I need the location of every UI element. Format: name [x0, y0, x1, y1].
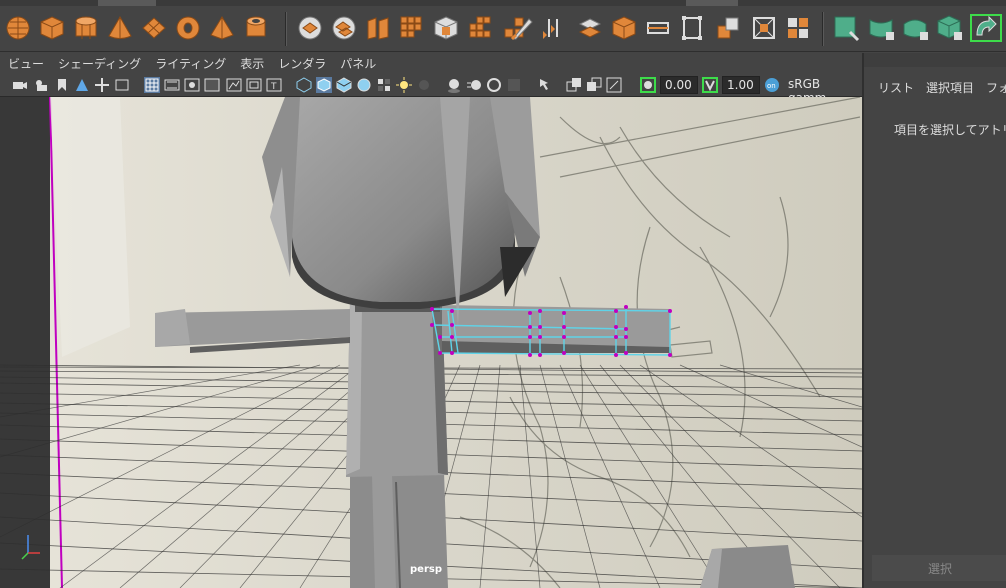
film-gate-icon[interactable]	[114, 77, 130, 93]
motion-blur-icon[interactable]	[466, 77, 482, 93]
xray-icon[interactable]	[566, 77, 582, 93]
modeling-toolkit-icon[interactable]	[970, 14, 1002, 42]
grid-move-icon[interactable]	[94, 77, 110, 93]
tab-focus[interactable]: フォー	[986, 79, 1006, 96]
menu-show[interactable]: 表示	[240, 55, 264, 72]
shelf-separator	[822, 12, 824, 46]
shadows-icon[interactable]	[416, 77, 432, 93]
smooth-shade-icon[interactable]	[316, 77, 332, 93]
textured-icon[interactable]	[376, 77, 392, 93]
camera-attributes-icon[interactable]	[34, 77, 50, 93]
poly-sphere-icon[interactable]	[4, 14, 32, 42]
multicut-icon[interactable]	[508, 14, 536, 42]
poly-cone-icon[interactable]	[106, 14, 134, 42]
attribute-editor-tabs: リスト 選択項目 フォー	[878, 79, 1006, 96]
safe-title-icon[interactable]: T	[266, 77, 282, 93]
empty-selection-message: 項目を選択してアトリビュ	[894, 123, 1006, 137]
auto-map-icon[interactable]	[714, 14, 742, 42]
mirror-icon[interactable]	[466, 14, 494, 42]
menu-view[interactable]: ビュー	[8, 55, 44, 72]
xray-joints-icon[interactable]	[586, 77, 602, 93]
merge-icon[interactable]	[610, 14, 638, 42]
poly-plane-icon[interactable]	[140, 14, 168, 42]
layout-icon[interactable]	[784, 14, 812, 42]
panel-drag-handle[interactable]	[864, 53, 1006, 67]
bookmark-icon[interactable]	[54, 77, 70, 93]
viewport-toolbar: T 0.00 1.00 on sRGB gamm	[0, 73, 862, 105]
shelf-separator	[285, 12, 287, 46]
sew-icon[interactable]	[868, 14, 896, 42]
anti-alias-icon[interactable]	[486, 77, 502, 93]
append-icon[interactable]	[576, 14, 604, 42]
exposure-icon[interactable]	[640, 77, 656, 93]
image-plane-icon[interactable]	[74, 77, 90, 93]
field-chart-icon[interactable]	[226, 77, 242, 93]
resolution-gate-icon[interactable]	[184, 77, 200, 93]
boolean-icon[interactable]	[432, 14, 460, 42]
uv-shell-icon[interactable]	[936, 14, 964, 42]
separate-icon[interactable]	[330, 14, 358, 42]
poly-cube-icon[interactable]	[38, 14, 66, 42]
poly-pyramid-icon[interactable]	[208, 14, 236, 42]
camera-icon[interactable]	[12, 77, 28, 93]
wireframe-icon[interactable]	[296, 77, 312, 93]
menu-panels[interactable]: パネル	[340, 55, 376, 72]
color-management-icon[interactable]: on	[764, 77, 780, 93]
unfold-icon[interactable]	[832, 14, 860, 42]
poly-pipe-icon[interactable]	[242, 14, 270, 42]
planar-map-icon[interactable]	[678, 14, 706, 42]
gamma-icon[interactable]	[702, 77, 718, 93]
attribute-editor-panel: リスト 選択項目 フォー 項目を選択してアトリビュ 選択	[862, 53, 1006, 588]
wireframe-on-shaded-icon[interactable]	[356, 77, 372, 93]
isolate-select-icon[interactable]	[538, 77, 554, 93]
viewport-3d-scene[interactable]	[0, 97, 862, 588]
lights-icon[interactable]	[396, 77, 412, 93]
viewport-menubar: ビュー シェーディング ライティング 表示 レンダラ パネル	[0, 53, 862, 73]
poly-modeling-shelf	[0, 6, 1006, 52]
tab-list[interactable]: リスト	[878, 79, 914, 96]
target-weld-icon[interactable]	[644, 14, 672, 42]
menu-shading[interactable]: シェーディング	[58, 55, 141, 72]
menu-renderer[interactable]: レンダラ	[278, 55, 326, 72]
gamma-field[interactable]: 1.00	[722, 76, 760, 94]
gate-mask-icon[interactable]	[204, 77, 220, 93]
tab-selected[interactable]: 選択項目	[926, 79, 974, 96]
svg-text:T: T	[270, 82, 277, 92]
select-button[interactable]: 選択	[872, 555, 1006, 581]
depth-of-field-icon[interactable]	[506, 77, 522, 93]
cut-uv-icon[interactable]	[902, 14, 930, 42]
exposure-field[interactable]: 0.00	[660, 76, 698, 94]
ambient-occlusion-icon[interactable]	[446, 77, 462, 93]
safe-action-icon[interactable]	[246, 77, 262, 93]
extrude-icon[interactable]	[540, 14, 568, 42]
svg-text:on: on	[767, 82, 776, 90]
poly-cylinder-icon[interactable]	[72, 14, 100, 42]
extract-icon[interactable]	[364, 14, 392, 42]
grid-icon[interactable]	[144, 77, 160, 93]
film-gate-toggle-icon[interactable]	[164, 77, 180, 93]
xray-components-icon[interactable]	[606, 77, 622, 93]
combine-icon[interactable]	[296, 14, 324, 42]
menu-lighting[interactable]: ライティング	[155, 55, 226, 72]
smooth-icon[interactable]	[398, 14, 426, 42]
poly-torus-icon[interactable]	[174, 14, 202, 42]
viewport-panel: ビュー シェーディング ライティング 表示 レンダラ パネル T 0.00 1.…	[0, 53, 862, 588]
default-material-icon[interactable]	[336, 77, 352, 93]
camera-label: persp	[410, 564, 442, 575]
uv-editor-icon[interactable]	[750, 14, 778, 42]
